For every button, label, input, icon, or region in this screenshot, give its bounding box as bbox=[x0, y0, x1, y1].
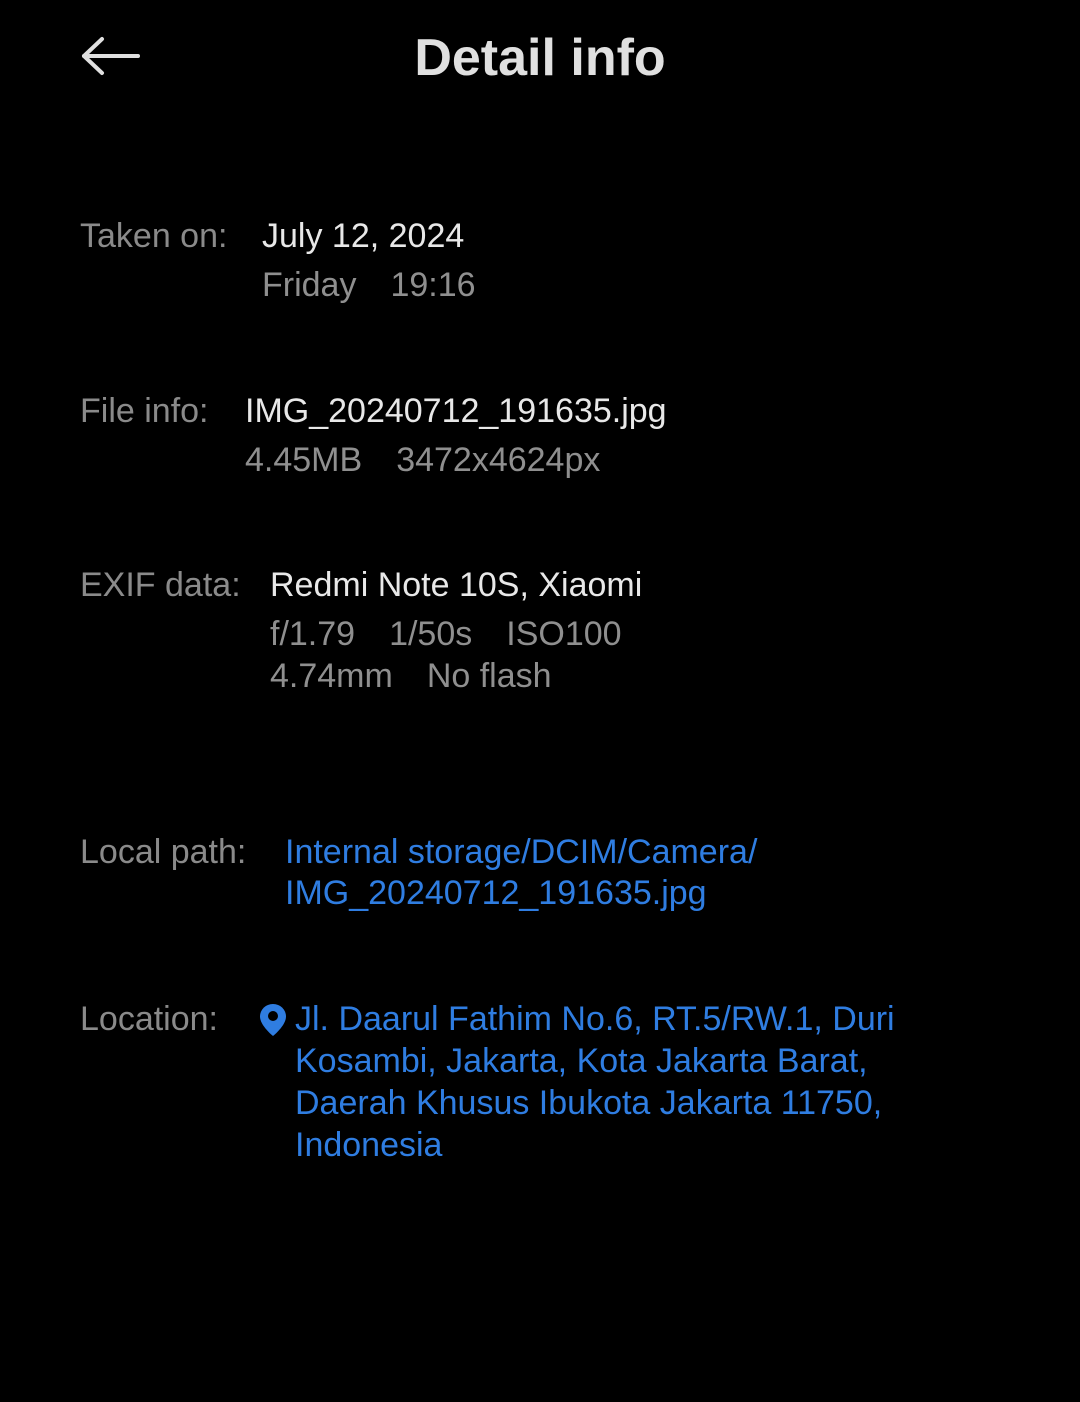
file-resolution: 3472x4624px bbox=[396, 441, 601, 479]
exif-focal-length: 4.74mm bbox=[270, 657, 393, 695]
location-label: Location: bbox=[80, 1000, 218, 1038]
file-size-resolution: 4.45MB 3472x4624px bbox=[245, 439, 600, 481]
location-pin-icon bbox=[260, 1004, 286, 1036]
location-link-line3[interactable]: Daerah Khusus Ibukota Jakarta 11750, bbox=[295, 1082, 882, 1124]
location-link-line1[interactable]: Jl. Daarul Fathim No.6, RT.5/RW.1, Duri bbox=[295, 998, 895, 1040]
taken-date: July 12, 2024 bbox=[262, 217, 465, 255]
local-path-label: Local path: bbox=[80, 833, 247, 871]
exif-lens: 4.74mm No flash bbox=[270, 655, 552, 697]
exif-iso: ISO100 bbox=[506, 615, 622, 653]
location-link-line4[interactable]: Indonesia bbox=[295, 1124, 442, 1166]
taken-on-label: Taken on: bbox=[80, 217, 228, 255]
exif-device: Redmi Note 10S, Xiaomi bbox=[270, 566, 643, 604]
taken-time: 19:16 bbox=[390, 266, 476, 304]
exif-shutter: 1/50s bbox=[389, 615, 473, 653]
local-path-link-line1[interactable]: Internal storage/DCIM/Camera/ bbox=[285, 831, 757, 873]
taken-day-time: Friday 19:16 bbox=[262, 264, 476, 306]
file-size: 4.45MB bbox=[245, 441, 363, 479]
file-name: IMG_20240712_191635.jpg bbox=[245, 392, 667, 430]
exif-label: EXIF data: bbox=[80, 566, 241, 604]
exif-exposure: f/1.79 1/50s ISO100 bbox=[270, 613, 622, 655]
exif-aperture: f/1.79 bbox=[270, 615, 356, 653]
taken-day: Friday bbox=[262, 266, 357, 304]
exif-flash: No flash bbox=[426, 657, 552, 695]
page-title: Detail info bbox=[414, 29, 666, 87]
local-path-link-line2[interactable]: IMG_20240712_191635.jpg bbox=[285, 872, 707, 914]
file-info-label: File info: bbox=[80, 392, 209, 430]
location-link-line2[interactable]: Kosambi, Jakarta, Kota Jakarta Barat, bbox=[295, 1040, 868, 1082]
